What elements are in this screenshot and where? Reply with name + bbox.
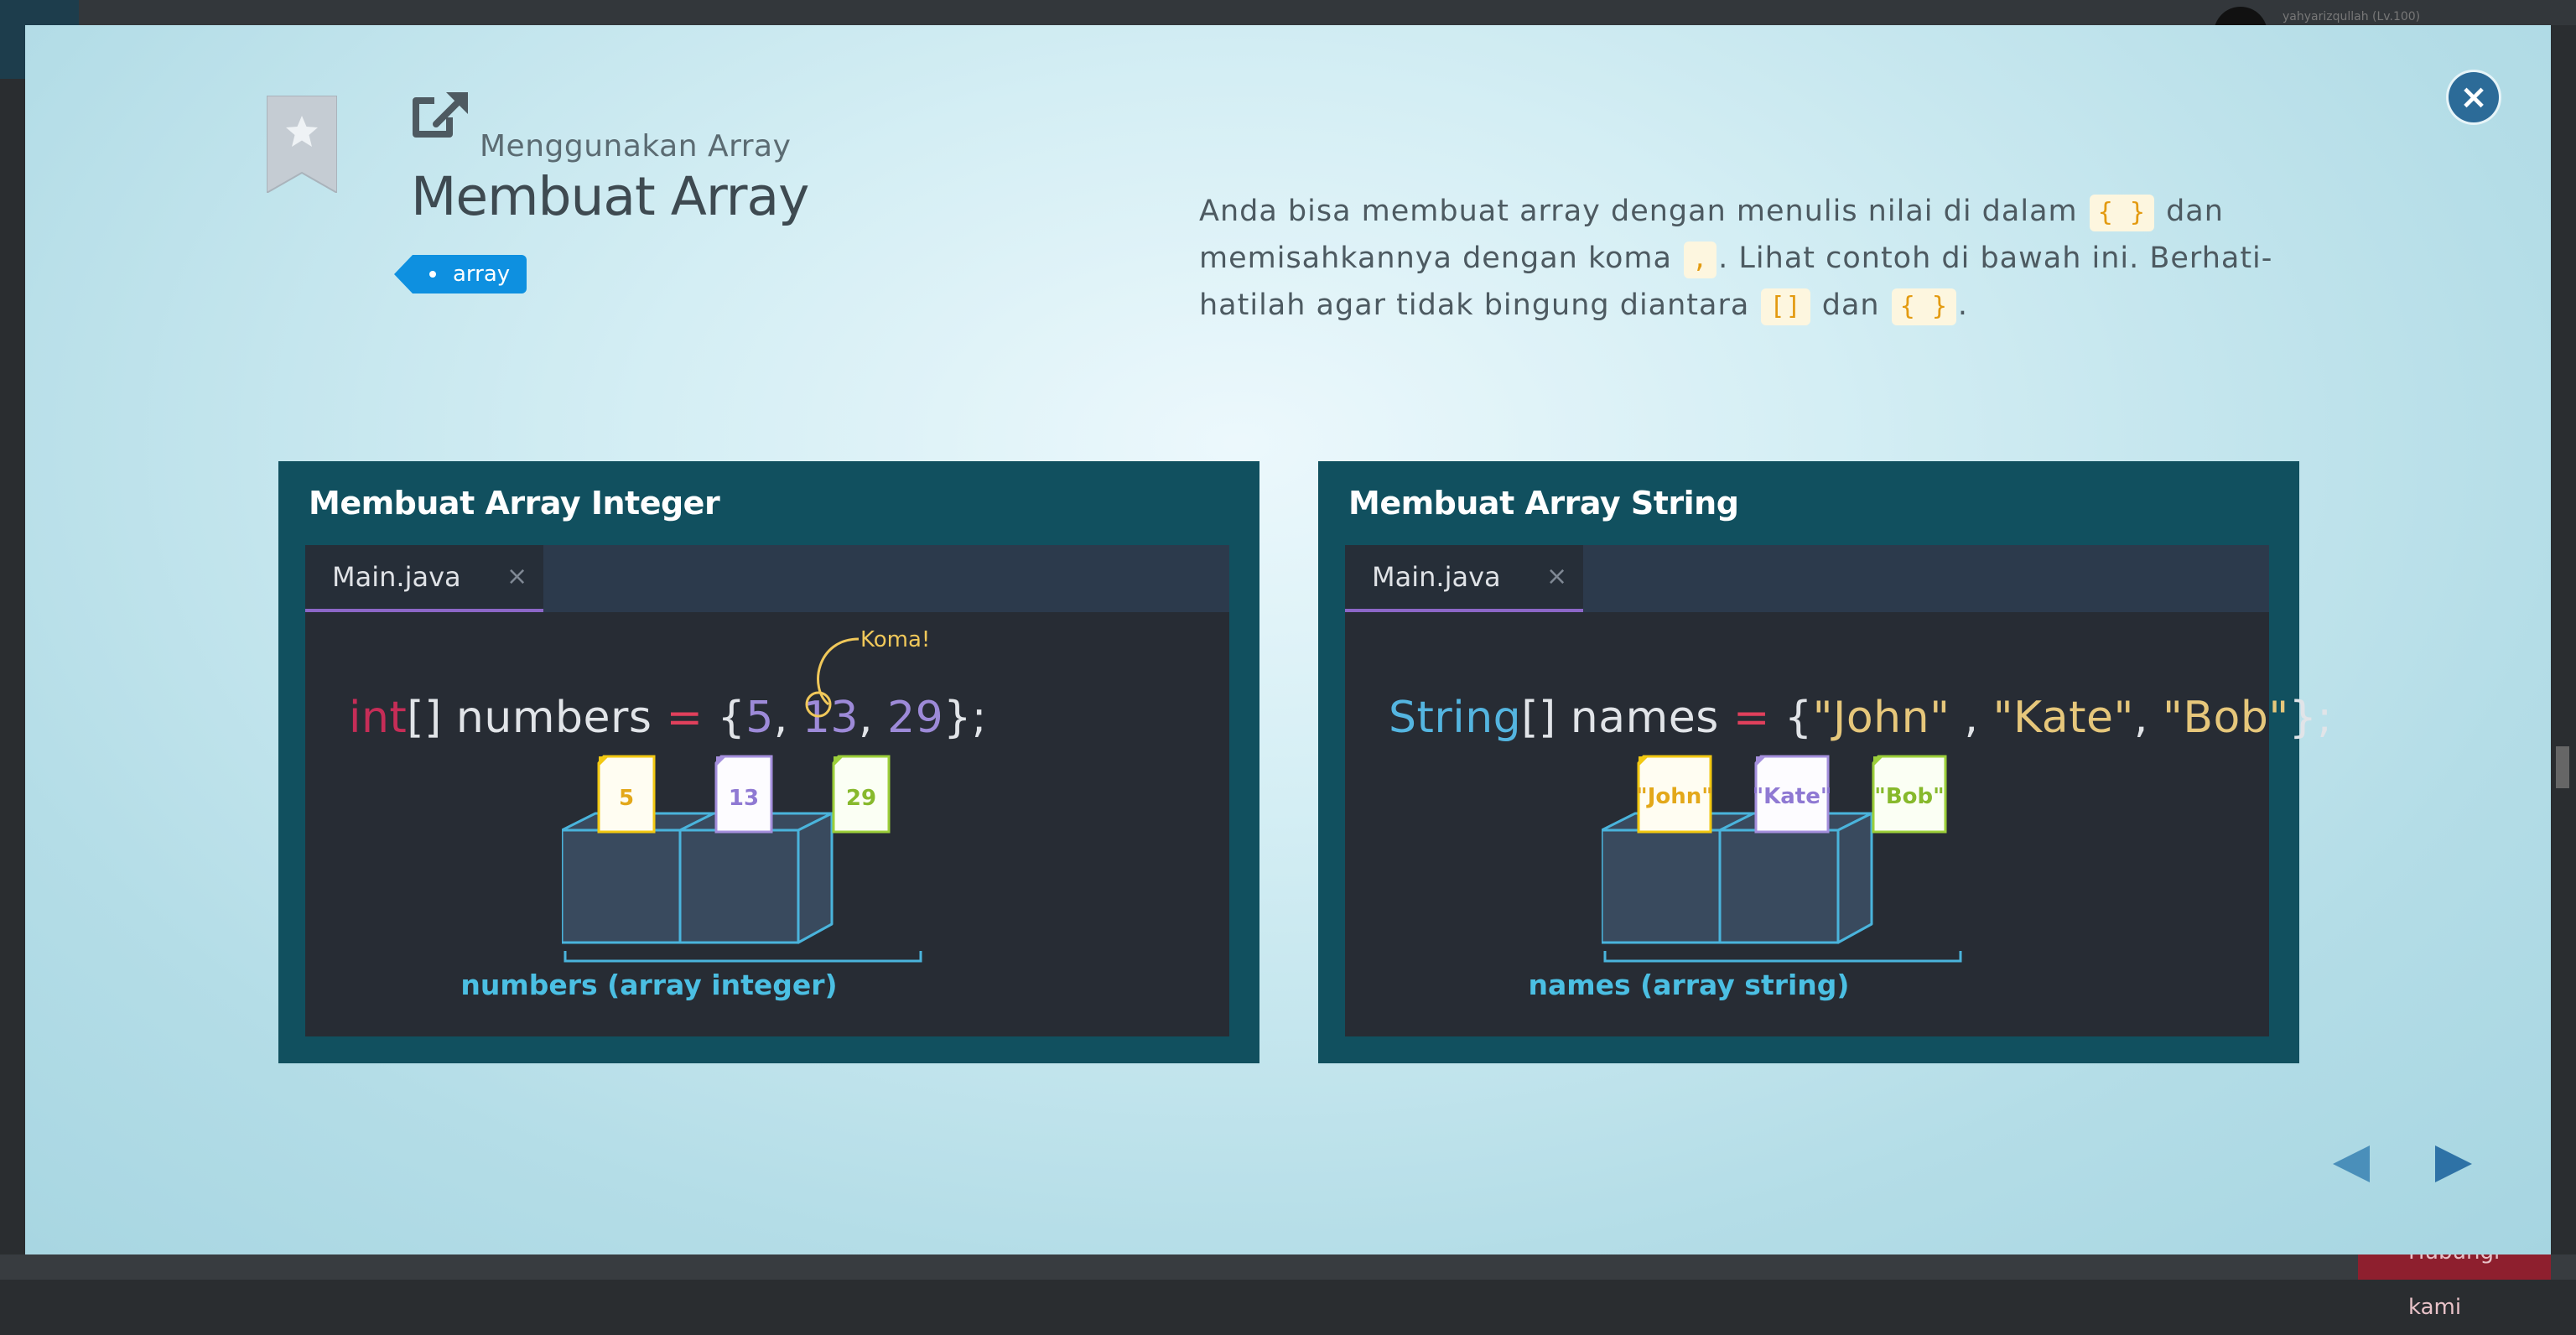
desc-text-4: dan bbox=[1821, 288, 1880, 322]
code-chip-comma: , bbox=[1684, 242, 1717, 278]
code-value-2: "Kate" bbox=[1992, 693, 2134, 743]
code-editor: Main.java × String[] names = {"John" , "… bbox=[1345, 545, 2332, 1036]
code-editor: Main.java × int[] numbers = {5, 13, 29};… bbox=[305, 545, 1229, 1036]
lesson-title: Membuat Array bbox=[411, 166, 809, 227]
code-chip-brackets: [] bbox=[1761, 288, 1810, 325]
next-arrow-icon[interactable] bbox=[2428, 1139, 2479, 1189]
tab-close-icon: × bbox=[506, 562, 528, 591]
code-chip-braces-2: { } bbox=[1891, 288, 1956, 325]
code-type: String bbox=[1389, 693, 1522, 743]
code-close-brace: }; bbox=[943, 693, 987, 743]
editor-tabbar: Main.java × bbox=[1345, 545, 2269, 612]
code-brackets: [] bbox=[1521, 693, 1571, 743]
close-button[interactable]: × bbox=[2449, 72, 2499, 122]
background-header bbox=[0, 0, 2576, 25]
card-3-label: 29 bbox=[846, 786, 876, 811]
tag-array[interactable]: array bbox=[393, 255, 527, 293]
code-equals: = bbox=[1732, 693, 1784, 743]
code-open-brace: { bbox=[717, 693, 746, 743]
code-chip-braces: { } bbox=[2089, 195, 2154, 231]
value-card-3: 29 bbox=[832, 755, 891, 834]
value-card-3: "Bob" bbox=[1872, 755, 1947, 834]
card-2-label: 13 bbox=[729, 786, 759, 811]
code-comma-1: , bbox=[1950, 693, 1993, 743]
tab-main-java: Main.java × bbox=[305, 545, 543, 612]
lesson-description: Anda bisa membuat array dengan menulis n… bbox=[1199, 188, 2281, 329]
background-footer bbox=[0, 1254, 2576, 1280]
slide-array-string: Membuat Array String Main.java × String[… bbox=[1318, 461, 2332, 1063]
editor-tabbar: Main.java × bbox=[305, 545, 1229, 612]
card-1-label: 5 bbox=[619, 786, 634, 811]
background-username: yahyarizqullah (Lv.100) bbox=[2283, 10, 2421, 23]
code-variable: names bbox=[1570, 693, 1733, 743]
slide-title: Membuat Array Integer bbox=[309, 485, 720, 522]
code-value-3: "Bob" bbox=[2162, 693, 2289, 743]
code-comma-2: , bbox=[2133, 693, 2163, 743]
lesson-modal: × Menggunakan Array Membuat Array array … bbox=[25, 25, 2551, 1254]
array-boxes: 5 13 29 bbox=[562, 755, 891, 944]
value-card-2: "Kate" bbox=[1753, 755, 1832, 834]
card-1-label: "John" bbox=[1636, 784, 1713, 809]
desc-text-5: . bbox=[1957, 288, 1969, 322]
code-variable: numbers bbox=[455, 693, 667, 743]
background-scrollbar bbox=[2556, 746, 2569, 788]
slide-title: Membuat Array String bbox=[1348, 485, 1739, 522]
code-comma-2: , bbox=[859, 693, 888, 743]
array-label: names (array string) bbox=[1528, 969, 1850, 1001]
value-card-2: 13 bbox=[714, 755, 773, 834]
tab-label: Main.java bbox=[332, 561, 461, 593]
value-card-1: 5 bbox=[597, 755, 656, 834]
tab-main-java: Main.java × bbox=[1345, 545, 1583, 612]
code-open-brace: { bbox=[1784, 693, 1813, 743]
bookmark-icon[interactable] bbox=[267, 96, 337, 193]
lesson-section: Menggunakan Array bbox=[480, 129, 792, 164]
code-value-3: 29 bbox=[887, 693, 944, 743]
external-link-icon[interactable] bbox=[411, 89, 471, 143]
code-value-1: 5 bbox=[745, 693, 774, 743]
card-2-label: "Kate" bbox=[1753, 784, 1832, 809]
tab-close-icon: × bbox=[1546, 562, 1568, 591]
value-card-1: "John" bbox=[1636, 755, 1713, 834]
code-brackets: [] bbox=[407, 693, 456, 743]
code-line: String[] names = {"John" , "Kate", "Bob"… bbox=[1389, 693, 2332, 743]
code-close-brace: }; bbox=[2288, 693, 2333, 743]
desc-text-1: Anda bisa membuat array dengan menulis n… bbox=[1199, 195, 2078, 228]
code-type: int bbox=[349, 693, 408, 743]
code-equals: = bbox=[666, 693, 718, 743]
array-boxes: "John" "Kate" "Bob" bbox=[1602, 755, 1947, 944]
tab-label: Main.java bbox=[1372, 561, 1501, 593]
array-label: numbers (array integer) bbox=[460, 969, 838, 1001]
comma-annotation: Koma! bbox=[860, 627, 931, 652]
previous-arrow-icon[interactable] bbox=[2326, 1139, 2376, 1189]
code-value-1: "John" bbox=[1812, 693, 1950, 743]
code-value-2: 13 bbox=[802, 693, 860, 743]
card-3-label: "Bob" bbox=[1874, 784, 1944, 809]
slide-array-integer: Membuat Array Integer Main.java × int[] … bbox=[278, 461, 1259, 1063]
code-line: int[] numbers = {5, 13, 29}; bbox=[349, 693, 987, 743]
code-comma-1: , bbox=[773, 693, 802, 743]
